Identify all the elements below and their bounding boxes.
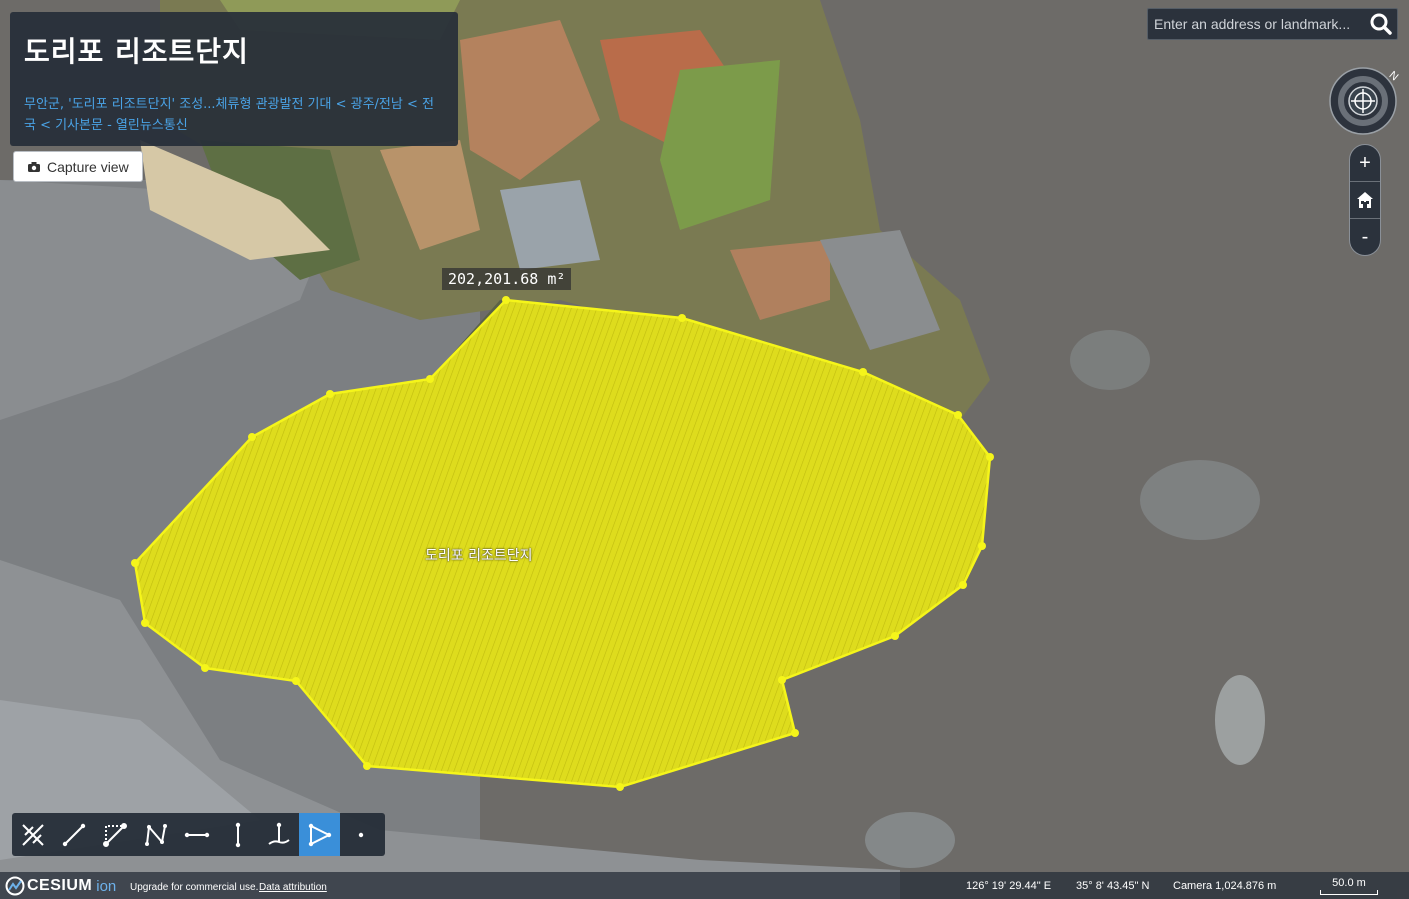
horizontal-line-icon — [184, 832, 209, 837]
polyline-icon — [144, 823, 167, 846]
point-tool[interactable] — [340, 813, 381, 856]
article-link[interactable]: 무안군, '도리포 리조트단지' 조성...체류형 관광발전 기대 < 광주/전… — [24, 94, 444, 136]
vertical-line-icon — [235, 822, 240, 847]
distance-tool[interactable] — [53, 813, 94, 856]
zoom-controls: + - — [1349, 144, 1381, 256]
search-icon — [1370, 13, 1392, 35]
area-measurement-label: 202,201.68 m² — [442, 268, 572, 290]
point-icon — [358, 832, 363, 837]
zoom-out-button[interactable]: - — [1350, 219, 1380, 255]
measure-toolbar — [12, 813, 385, 856]
info-panel: 도리포 리조트단지 무안군, '도리포 리조트단지' 조성...체류형 관광발전… — [10, 12, 458, 146]
cesium-logo[interactable]: CESIUM ion — [5, 876, 116, 896]
geocoder — [1147, 8, 1398, 40]
scissors-x-icon — [21, 823, 44, 846]
logo-ion: ion — [96, 877, 117, 895]
camera-icon — [28, 161, 40, 172]
height-tool[interactable] — [258, 813, 299, 856]
upgrade-text: Upgrade for commercial use. — [130, 882, 259, 893]
search-input[interactable] — [1148, 9, 1364, 39]
home-icon — [1357, 192, 1373, 208]
home-button[interactable] — [1350, 182, 1380, 219]
data-attribution-link[interactable]: Data attribution — [259, 882, 327, 893]
clear-tool[interactable] — [12, 813, 53, 856]
distance-scale: 50.0 m — [1320, 876, 1378, 895]
search-button[interactable] — [1365, 9, 1397, 39]
triangle-line-icon — [102, 822, 127, 847]
scale-label: 50.0 m — [1332, 877, 1366, 889]
cesium-logo-icon — [5, 876, 25, 896]
area-polygon-icon — [308, 823, 331, 846]
place-label: 도리포 리조트단지 — [425, 548, 533, 564]
navigation-compass[interactable]: N — [1328, 66, 1400, 138]
zoom-in-button[interactable]: + — [1350, 145, 1380, 182]
camera-height-readout: Camera 1,024.876 m — [1173, 880, 1277, 892]
longitude-readout: 126° 19' 29.44" E — [966, 880, 1052, 892]
area-tool[interactable] — [299, 813, 340, 856]
horizontal-tool[interactable] — [176, 813, 217, 856]
vertical-tool[interactable] — [217, 813, 258, 856]
panel-title: 도리포 리조트단지 — [24, 35, 249, 68]
logo-text: CESIUM — [27, 877, 93, 894]
scale-bar — [1320, 890, 1378, 895]
height-icon — [267, 822, 290, 845]
latitude-readout: 35° 8' 43.45" N — [1076, 880, 1150, 892]
capture-view-button[interactable]: Capture view — [13, 151, 143, 182]
status-bar: CESIUM ion Upgrade for commercial use. D… — [0, 872, 1409, 899]
component-distance-tool[interactable] — [94, 813, 135, 856]
capture-view-label: Capture view — [47, 158, 129, 175]
polyline-tool[interactable] — [135, 813, 176, 856]
line-icon — [62, 823, 85, 846]
